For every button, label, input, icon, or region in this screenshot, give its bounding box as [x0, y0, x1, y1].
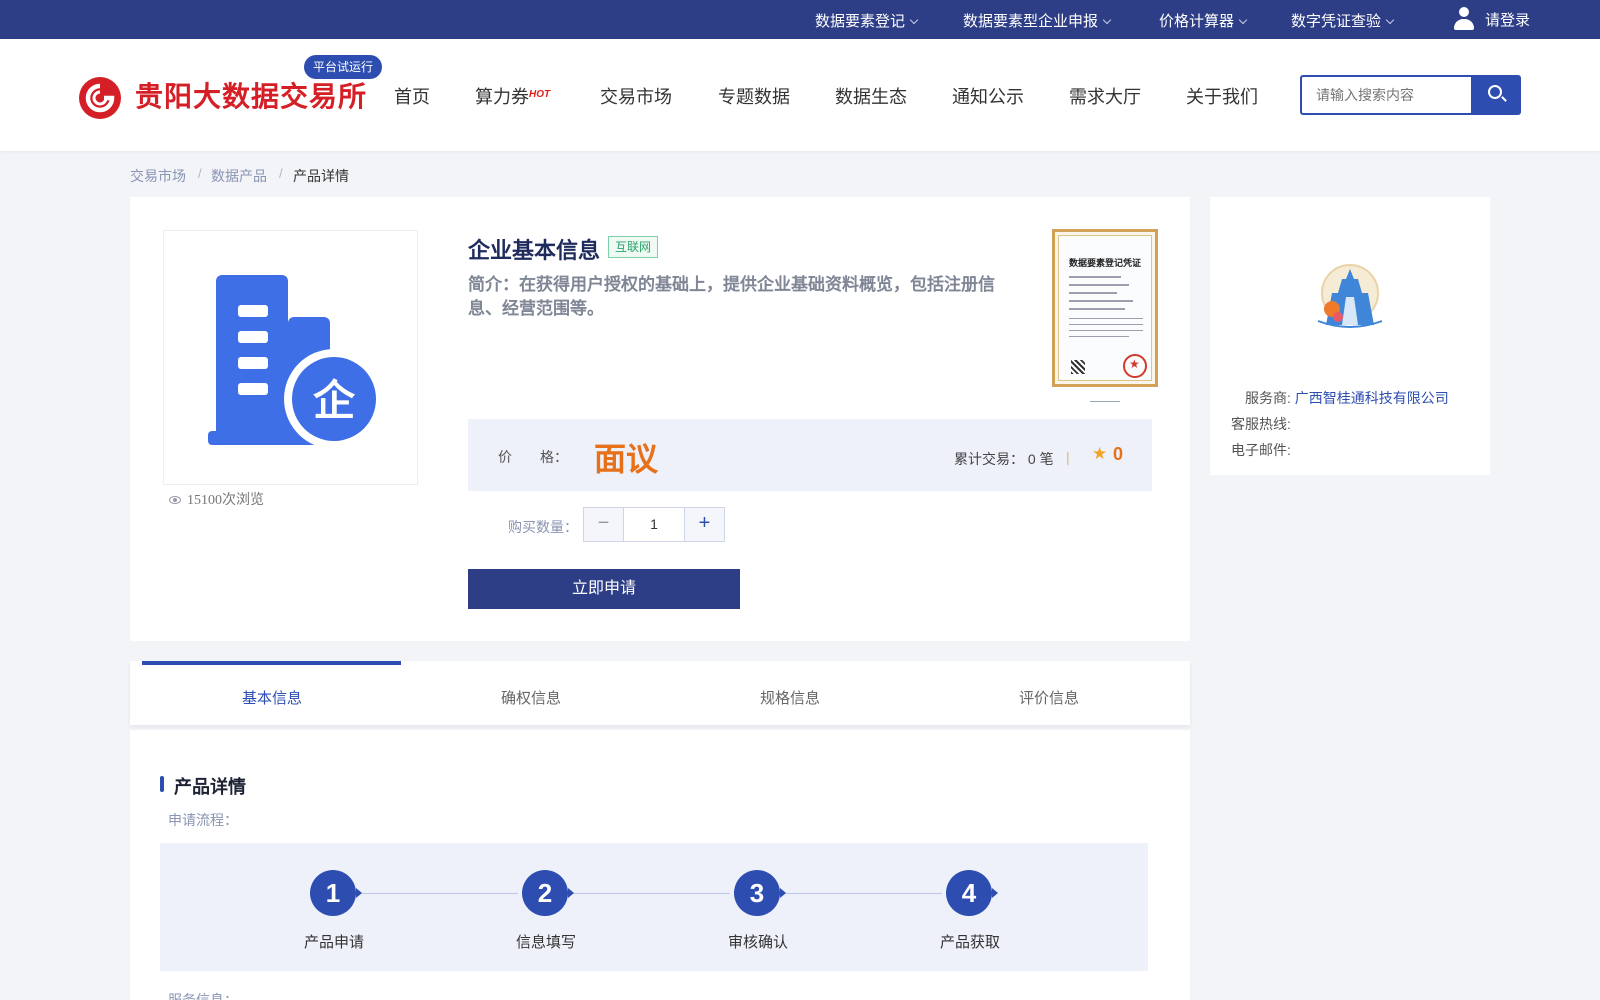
chevron-down-icon — [1102, 15, 1112, 25]
plus-icon[interactable]: + — [684, 508, 724, 541]
registration-certificate[interactable]: 数据要素登记凭证 — [1052, 229, 1158, 387]
quantity-label: 购买数量： — [508, 519, 578, 535]
topbar-link-verify[interactable]: 数字凭证查验 — [1291, 10, 1395, 31]
nav-demand-hall[interactable]: 需求大厅 — [1069, 83, 1141, 109]
step-connector — [568, 893, 730, 894]
topbar-link-enterprise[interactable]: 数据要素型企业申报 — [963, 10, 1112, 31]
breadcrumb-market[interactable]: 交易市场 — [130, 166, 186, 186]
apply-button[interactable]: 立即申请 — [468, 569, 740, 609]
chevron-down-icon — [1238, 15, 1248, 25]
certificate-title: 数据要素登记凭证 — [1068, 258, 1141, 268]
main-header: 贵阳大数据交易所 平台试运行 首页 算力券 HOT 交易市场 专题数据 数据生态… — [0, 39, 1600, 151]
provider-label: 服务商: — [1245, 390, 1291, 406]
logo-icon[interactable] — [79, 77, 121, 119]
step-number: 2 — [522, 870, 574, 916]
category-tag: 互联网 — [608, 236, 659, 258]
provider-row: 服务商: 广西智桂通科技有限公司 — [1245, 388, 1449, 408]
view-count-text: 15100次浏览 — [187, 493, 264, 508]
top-bar: 数据要素登记 数据要素型企业申报 价格计算器 数字凭证查验 请登录 — [0, 0, 1600, 39]
step-name: 审核确认 — [728, 934, 789, 951]
breadcrumb-separator: / — [198, 166, 202, 181]
product-image: 企 — [163, 230, 418, 485]
trade-count: 累计交易： 0 笔 — [954, 451, 1054, 467]
product-title: 企业基本信息 — [468, 238, 601, 263]
step-number: 4 — [946, 870, 998, 916]
rating-value: 0 — [1113, 444, 1124, 464]
topbar-link-label: 数据要素型企业申报 — [963, 13, 1099, 30]
minus-icon[interactable]: − — [584, 508, 624, 541]
nav-home[interactable]: 首页 — [394, 83, 430, 109]
carousel-indicator[interactable] — [1090, 401, 1120, 402]
hotline-label: 客服热线: — [1231, 416, 1291, 432]
hot-badge: HOT — [529, 89, 551, 100]
tab-basic-info[interactable]: 基本信息 — [242, 687, 302, 708]
price-label: 价 格： — [498, 449, 568, 465]
nav-ecosystem[interactable]: 数据生态 — [835, 83, 907, 109]
quantity-value[interactable]: 1 — [625, 508, 683, 541]
beta-badge: 平台试运行 — [304, 55, 383, 79]
svg-text:企: 企 — [313, 376, 356, 425]
step-connector — [356, 893, 518, 894]
breadcrumb-separator: / — [279, 166, 283, 181]
price-value: 面议 — [594, 441, 659, 477]
step-connector — [780, 893, 942, 894]
email-label: 电子邮件: — [1231, 442, 1291, 458]
tab-spec-info[interactable]: 规格信息 — [760, 687, 820, 708]
nav-market[interactable]: 交易市场 — [600, 83, 672, 109]
topbar-link-label: 数据要素登记 — [815, 13, 906, 30]
qr-code-icon — [1071, 360, 1085, 374]
star-icon[interactable]: ★ — [1092, 444, 1107, 464]
login-label: 请登录 — [1485, 11, 1531, 29]
step-name: 产品申请 — [304, 934, 365, 951]
product-description: 简介：在获得用户授权的基础上，提供企业基础资料概览，包括注册信息、经营范围等。 — [468, 275, 995, 318]
quantity-stepper: − 1 + — [583, 507, 725, 542]
search-button[interactable] — [1471, 75, 1521, 115]
chevron-down-icon — [1385, 15, 1395, 25]
breadcrumb-current: 产品详情 — [293, 168, 349, 184]
nav-notices[interactable]: 通知公示 — [952, 83, 1024, 109]
step-number: 1 — [310, 870, 362, 916]
step-number: 3 — [734, 870, 786, 916]
tab-review-info[interactable]: 评价信息 — [1019, 687, 1079, 708]
user-icon — [1452, 6, 1476, 32]
search-box — [1300, 75, 1472, 115]
building-icon: 企 — [208, 275, 384, 449]
process-label: 申请流程： — [168, 812, 238, 828]
trade-separator: | — [1066, 449, 1070, 465]
topbar-link-label: 价格计算器 — [1159, 13, 1235, 30]
section-title: 产品详情 — [174, 777, 246, 797]
section-marker — [160, 776, 164, 792]
service-info-label: 服务信息： — [168, 992, 238, 1000]
nav-compute-voucher[interactable]: 算力券 — [475, 83, 529, 109]
site-logo-text[interactable]: 贵阳大数据交易所 — [135, 75, 367, 115]
topbar-link-label: 数字凭证查验 — [1291, 13, 1382, 30]
view-count: 15100次浏览 — [169, 489, 264, 509]
step-name: 产品获取 — [940, 934, 1001, 951]
active-tab-indicator — [142, 661, 401, 665]
login-link[interactable]: 请登录 — [1452, 6, 1530, 32]
topbar-link-register[interactable]: 数据要素登记 — [815, 10, 919, 31]
breadcrumb-products[interactable]: 数据产品 — [211, 166, 267, 186]
step-name: 信息填写 — [516, 934, 577, 951]
search-input[interactable] — [1302, 77, 1472, 113]
provider-name-link[interactable]: 广西智桂通科技有限公司 — [1295, 390, 1449, 406]
provider-logo — [1312, 263, 1388, 333]
topbar-link-calculator[interactable]: 价格计算器 — [1159, 10, 1248, 31]
nav-about[interactable]: 关于我们 — [1186, 83, 1258, 109]
seal-icon — [1123, 354, 1147, 378]
nav-topics[interactable]: 专题数据 — [718, 83, 790, 109]
tab-rights-info[interactable]: 确权信息 — [501, 687, 561, 708]
chevron-down-icon — [909, 15, 919, 25]
eye-icon — [169, 496, 181, 504]
